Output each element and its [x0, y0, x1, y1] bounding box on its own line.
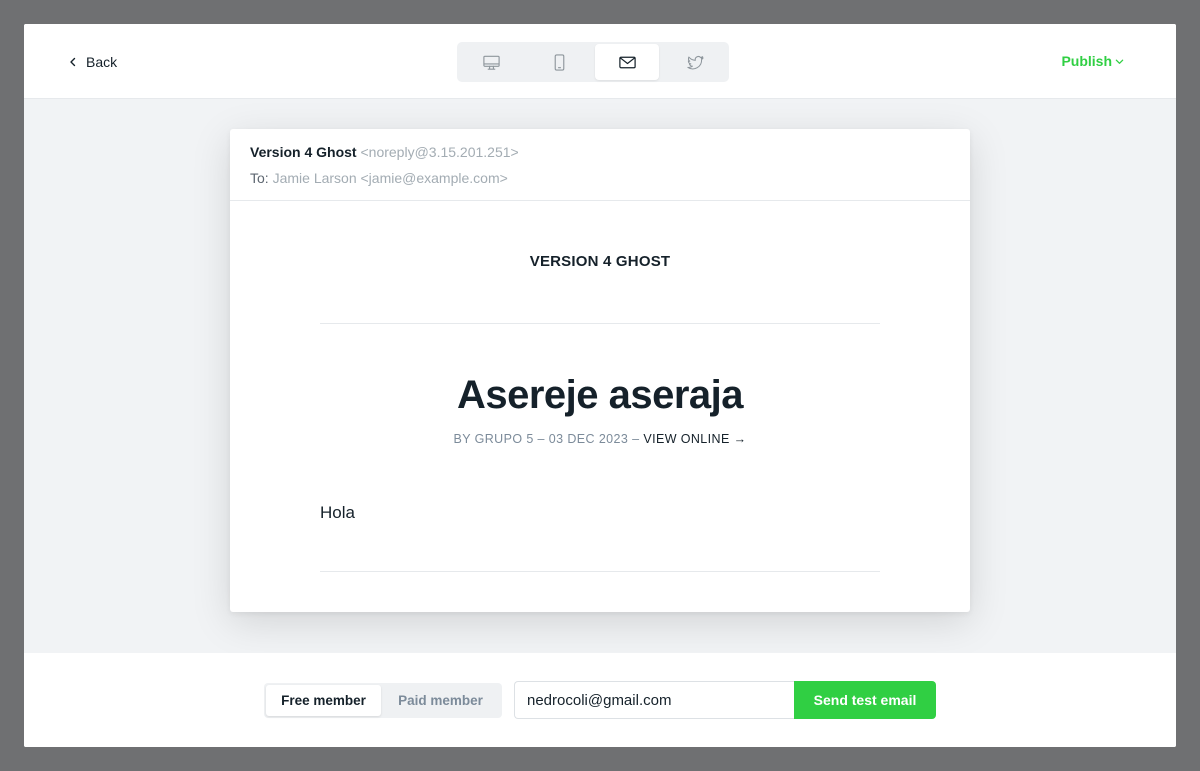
- twitter-icon: [686, 55, 704, 69]
- sender-address: <noreply@3.15.201.251>: [360, 144, 519, 160]
- desktop-icon: [482, 55, 500, 70]
- email-preview-card: Version 4 Ghost <noreply@3.15.201.251> T…: [230, 129, 970, 612]
- divider: [320, 571, 880, 572]
- email-headers: Version 4 Ghost <noreply@3.15.201.251> T…: [230, 129, 970, 201]
- mobile-icon: [554, 53, 564, 71]
- desktop-preview-tab[interactable]: [459, 44, 523, 80]
- view-online-link[interactable]: VIEW ONLINE →: [643, 432, 746, 446]
- to-line: To: Jamie Larson <jamie@example.com>: [250, 169, 950, 187]
- publish-button[interactable]: Publish: [1061, 53, 1124, 69]
- recipient-address: Jamie Larson <jamie@example.com>: [272, 170, 508, 186]
- mail-icon: [618, 56, 636, 68]
- email-preview-tab[interactable]: [595, 44, 659, 80]
- paid-member-option[interactable]: Paid member: [381, 685, 500, 716]
- post-byline: BY GRUPO 5 – 03 DEC 2023 – VIEW ONLINE →: [230, 432, 970, 446]
- post-title: Asereje aseraja: [456, 373, 744, 417]
- chevron-left-icon: [70, 57, 76, 67]
- publish-label: Publish: [1061, 53, 1112, 69]
- divider: [320, 323, 880, 324]
- mobile-preview-tab[interactable]: [527, 44, 591, 80]
- back-button[interactable]: Back: [68, 52, 117, 72]
- social-preview-tab[interactable]: [663, 44, 727, 80]
- send-test-email-button[interactable]: Send test email: [794, 681, 936, 719]
- preview-modal: Back Publish Version 4 Ghost <noreply@3.…: [24, 24, 1176, 747]
- chevron-down-icon: [1115, 59, 1124, 64]
- free-member-option[interactable]: Free member: [266, 685, 381, 716]
- to-label: To:: [250, 170, 269, 186]
- back-label: Back: [86, 54, 118, 70]
- from-line: Version 4 Ghost <noreply@3.15.201.251>: [250, 143, 950, 161]
- sender-name: Version 4 Ghost: [250, 144, 357, 160]
- preview-header: Back Publish: [24, 24, 1176, 99]
- test-email-input[interactable]: [514, 681, 794, 719]
- member-type-toggle: Free member Paid member: [264, 683, 502, 718]
- preview-footer: Free member Paid member Send test email: [24, 653, 1176, 747]
- site-title: VERSION 4 GHOST: [529, 253, 671, 270]
- byline-text: BY GRUPO 5 – 03 DEC 2023 –: [453, 432, 644, 446]
- preview-mode-switcher: [457, 42, 729, 82]
- post-body: Hola: [320, 503, 355, 522]
